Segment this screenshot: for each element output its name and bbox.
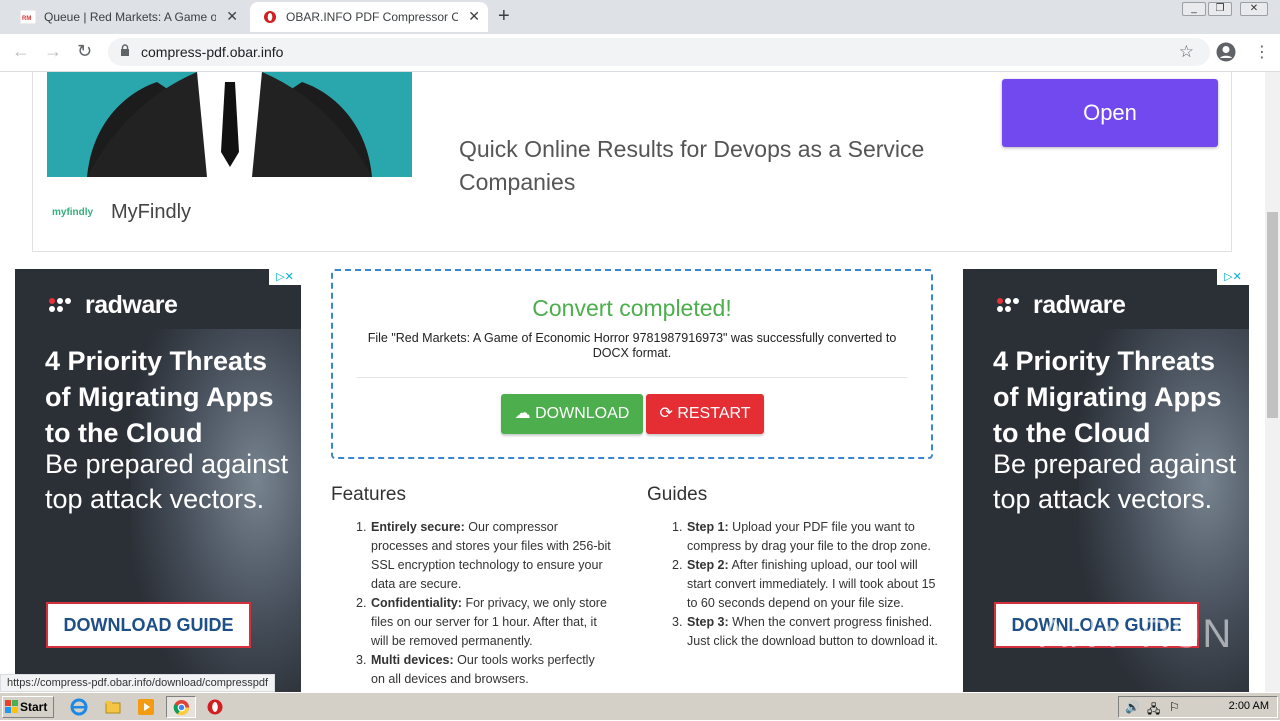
- forward-icon[interactable]: →: [44, 41, 62, 62]
- url-text: compress-pdf.obar.info: [141, 44, 284, 60]
- anyrun-watermark: ANY RUN: [1040, 612, 1234, 656]
- item-heading: Step 3:: [687, 615, 729, 629]
- item-heading: Multi devices:: [371, 653, 454, 667]
- opera-favicon-icon: [264, 11, 276, 23]
- tab-title: Queue | Red Markets: A Game of Ec: [44, 10, 216, 24]
- page-content: Quick Online Results for Devops as a Ser…: [0, 72, 1265, 692]
- list-item: 1. Entirely secure: Our compressor proces…: [356, 518, 612, 594]
- radware-logo: radware: [1033, 291, 1126, 319]
- refresh-icon: ⟳: [659, 405, 673, 422]
- profile-avatar-icon[interactable]: [1216, 42, 1236, 62]
- restart-label: RESTART: [677, 405, 751, 422]
- item-number: 3.: [356, 653, 367, 667]
- myfindly-logo: myfindly: [52, 207, 94, 218]
- page-scrollbar[interactable]: [1265, 72, 1280, 692]
- taskbar-clock: 2:00 AM: [1228, 700, 1269, 712]
- list-item: 3. Step 3: When the convert progress fini…: [672, 613, 942, 651]
- cloud-download-icon: ☁: [514, 405, 531, 422]
- status-bar-url: https://compress-pdf.obar.info/download/…: [0, 674, 276, 692]
- item-heading: Step 1:: [687, 520, 729, 534]
- close-tab-icon[interactable]: ✕: [226, 8, 238, 25]
- download-guide-button[interactable]: DOWNLOAD GUIDE: [46, 602, 251, 648]
- item-number: 1.: [356, 520, 367, 534]
- bookmark-star-icon[interactable]: ☆: [1179, 42, 1194, 62]
- site-favicon-icon: RM: [20, 10, 36, 24]
- menu-dots-icon[interactable]: ⋮: [1254, 42, 1270, 62]
- opera-icon[interactable]: [206, 698, 224, 716]
- adchoices-icon[interactable]: ▷✕: [269, 269, 301, 285]
- features-list: 1. Entirely secure: Our compressor proces…: [356, 518, 612, 689]
- item-number: 3.: [672, 615, 683, 629]
- list-item: 3. Multi devices: Our tools works perfect…: [356, 651, 612, 689]
- new-tab-icon[interactable]: +: [498, 5, 510, 28]
- list-item: 2. Step 2: After finishing upload, our to…: [672, 556, 942, 613]
- chrome-icon: [173, 699, 190, 716]
- restart-button[interactable]: ⟳ RESTART: [646, 394, 764, 434]
- browser-toolbar: ← → ↻ compress-pdf.obar.info ☆ ⋮: [0, 34, 1280, 72]
- tab-queue[interactable]: RM Queue | Red Markets: A Game of Ec ✕: [8, 2, 246, 32]
- network-icon[interactable]: 🖧: [1147, 700, 1160, 721]
- guides-title: Guides: [647, 484, 708, 505]
- internet-explorer-icon[interactable]: [70, 698, 88, 716]
- item-number: 1.: [672, 520, 683, 534]
- open-button[interactable]: Open: [1002, 79, 1218, 147]
- windows-taskbar: Start 🔊 🖧 ⚐ 2:00 AM: [0, 692, 1280, 720]
- businessman-illustration: [47, 72, 412, 177]
- volume-icon[interactable]: 🔊: [1125, 700, 1140, 714]
- close-window-icon[interactable]: ✕: [1240, 2, 1268, 16]
- guides-list: 1. Step 1: Upload your PDF file you want …: [672, 518, 942, 651]
- divider: [357, 377, 907, 378]
- left-side-advertisement[interactable]: radware 4 Priority Threats of Migrating …: [15, 269, 301, 692]
- features-title: Features: [331, 484, 406, 505]
- svg-text:RM: RM: [22, 16, 31, 22]
- item-heading: Step 2:: [687, 558, 729, 572]
- flag-icon[interactable]: ⚐: [1169, 700, 1180, 714]
- top-advertisement[interactable]: Quick Online Results for Devops as a Ser…: [32, 72, 1232, 252]
- download-label: DOWNLOAD: [535, 405, 630, 422]
- start-label: Start: [20, 700, 48, 714]
- ad-subline: Be prepared against top attack vectors.: [993, 449, 1237, 514]
- tab-title: OBAR.INFO PDF Compressor Online: [286, 10, 458, 24]
- windows-logo-icon: [5, 700, 18, 713]
- ad-image: [47, 72, 412, 177]
- reload-icon[interactable]: ↻: [77, 41, 92, 62]
- tab-obar[interactable]: OBAR.INFO PDF Compressor Online ✕: [250, 2, 488, 32]
- back-icon[interactable]: ←: [12, 41, 30, 62]
- media-player-icon[interactable]: [137, 698, 155, 716]
- item-number: 2.: [672, 558, 683, 572]
- file-explorer-icon[interactable]: [104, 698, 122, 716]
- ad-subline: Be prepared against top attack vectors.: [45, 449, 289, 514]
- chrome-taskbar-button[interactable]: [166, 696, 196, 718]
- ad-headline: 4 Priority Threats of Migrating Apps to …: [45, 346, 274, 448]
- ad-headline: 4 Priority Threats of Migrating Apps to …: [993, 346, 1222, 448]
- item-heading: Entirely secure:: [371, 520, 465, 534]
- lock-icon: [121, 44, 129, 56]
- address-bar[interactable]: compress-pdf.obar.info ☆: [108, 38, 1210, 66]
- system-tray: 🔊 🖧 ⚐ 2:00 AM: [1118, 696, 1278, 718]
- list-item: 2. Confidentiality: For privacy, we only …: [356, 594, 612, 651]
- minimize-icon[interactable]: _: [1182, 2, 1206, 16]
- list-item: 1. Step 1: Upload your PDF file you want …: [672, 518, 942, 556]
- start-button[interactable]: Start: [2, 696, 54, 718]
- radware-logo: radware: [85, 291, 178, 319]
- tab-strip: RM Queue | Red Markets: A Game of Ec ✕ O…: [0, 0, 1280, 34]
- convert-title: Convert completed!: [532, 295, 732, 321]
- download-button[interactable]: ☁ DOWNLOAD: [501, 394, 643, 434]
- ad-headline[interactable]: Quick Online Results for Devops as a Ser…: [459, 133, 929, 199]
- adchoices-icon[interactable]: ▷✕: [1217, 269, 1249, 285]
- item-heading: Confidentiality:: [371, 596, 462, 610]
- convert-result-panel: Convert completed! File "Red Markets: A …: [331, 269, 933, 459]
- item-number: 2.: [356, 596, 367, 610]
- restore-icon[interactable]: ❐: [1208, 2, 1232, 16]
- close-tab-icon[interactable]: ✕: [468, 8, 480, 25]
- convert-message: File "Red Markets: A Game of Economic Ho…: [367, 331, 897, 360]
- ad-brand-name: MyFindly: [111, 201, 192, 223]
- scrollbar-thumb[interactable]: [1267, 212, 1278, 418]
